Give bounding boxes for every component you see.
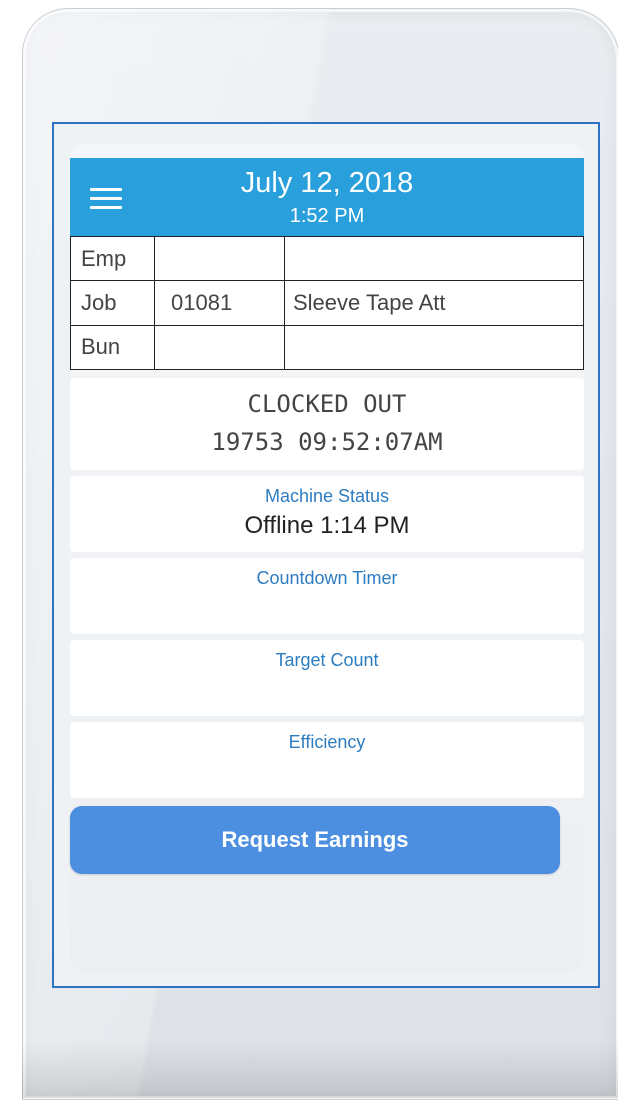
row-description [284,324,584,371]
countdown-timer-panel: Countdown Timer [70,558,584,634]
row-description: Sleeve Tape Att [284,280,584,326]
clock-status: CLOCKED OUT [247,390,407,418]
table-row: Job 01081 Sleeve Tape Att [70,280,584,326]
efficiency-panel: Efficiency [70,722,584,798]
clock-detail: 19753 09:52:07AM [211,428,443,456]
request-earnings-button[interactable]: Request Earnings [70,806,560,874]
info-table: Emp Job 01081 Sleeve Tape Att Bun [70,235,584,371]
efficiency-label: Efficiency [288,732,366,752]
row-label: Bun [70,324,155,371]
row-label: Job [70,280,155,326]
app-content: July 12, 2018 1:52 PM Emp Job 01081 Slee… [70,144,584,972]
app-header: July 12, 2018 1:52 PM [70,158,584,236]
header-date: July 12, 2018 [240,167,414,199]
machine-status-label: Machine Status [264,486,390,506]
table-row: Bun [70,324,584,371]
machine-status-panel: Machine Status Offline 1:14 PM [70,476,584,552]
row-label: Emp [70,235,155,282]
app-screen: July 12, 2018 1:52 PM Emp Job 01081 Slee… [52,122,600,988]
clock-status-panel: CLOCKED OUT 19753 09:52:07AM [70,378,584,470]
row-code [154,324,285,371]
target-count-label: Target Count [275,650,379,670]
machine-status-value: Offline 1:14 PM [244,512,410,539]
header-time: 1:52 PM [289,205,365,227]
table-row: Emp [70,235,584,282]
target-count-panel: Target Count [70,640,584,716]
row-description [284,235,584,282]
row-code: 01081 [154,280,285,326]
row-code [154,235,285,282]
countdown-timer-label: Countdown Timer [256,568,398,588]
